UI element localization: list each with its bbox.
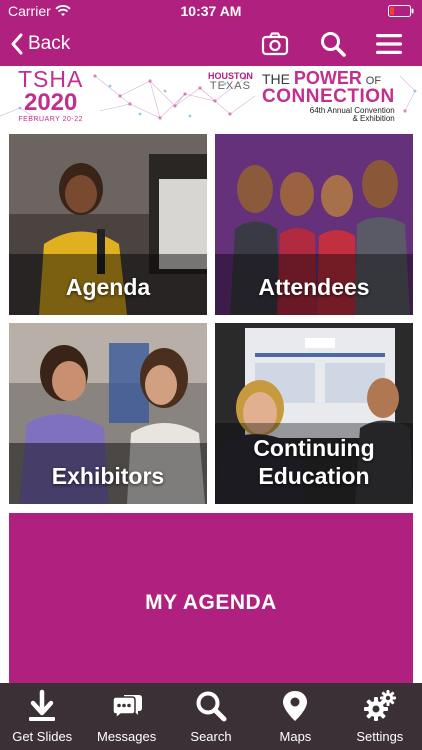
tagline-power: POWER [293,68,362,88]
tagline-the: THE [262,71,290,87]
tab-messages[interactable]: Messages [84,683,168,750]
battery-icon [388,5,414,17]
clock: 10:37 AM [180,3,242,19]
exhibitors-label: Exhibitors [51,463,165,489]
camera-icon[interactable] [260,29,290,59]
convention-line-2: & Exhibition [352,114,395,123]
event-dates: FEBRUARY 20-22 [18,116,84,123]
event-banner: TSHA 2020 FEBRUARY 20-22 HOUSTON TEXAS T… [0,66,422,126]
tile-agenda[interactable]: Agenda [9,134,207,315]
tab-bar: Get Slides Messages Search Maps Settings [0,683,422,750]
tab-messages-label: Messages [96,729,157,744]
gear-icon [363,690,396,721]
event-state: TEXAS [209,80,251,93]
tab-search[interactable]: Search [169,683,253,750]
tile-exhibitors[interactable]: Exhibitors [9,323,207,504]
back-button[interactable]: Back [10,28,70,60]
hamburger-menu-icon[interactable] [374,29,404,59]
tile-attendees[interactable]: Attendees [215,134,413,315]
chevron-left-icon [11,33,23,55]
back-label: Back [28,33,71,54]
org-name: TSHA [18,66,84,92]
navigation-bar: Back [0,22,422,66]
power-of-connection-logo: THE POWER OF CONNECTION 64th Annual Conv… [262,69,395,123]
tab-maps[interactable]: Maps [253,683,337,750]
tab-get-slides-label: Get Slides [12,729,73,744]
tab-search-label: Search [190,729,232,744]
agenda-label: Agenda [65,274,151,300]
event-year: 2020 [23,89,78,116]
continuing-education-label: Continuing Education [253,435,375,489]
tab-get-slides[interactable]: Get Slides [0,683,84,750]
search-icon[interactable] [318,29,348,59]
tile-continuing-education[interactable]: Continuing Education [215,323,413,504]
download-icon [29,689,56,721]
status-bar: Carrier 10:37 AM [0,0,422,22]
event-location: HOUSTON TEXAS [208,71,253,93]
tab-maps-label: Maps [279,729,312,744]
tagline-connection: CONNECTION [262,86,395,107]
my-agenda-button[interactable]: MY AGENDA [9,513,413,695]
tab-settings-label: Settings [356,729,404,744]
tab-settings[interactable]: Settings [338,683,422,750]
my-agenda-label: MY AGENDA [145,591,277,614]
search-icon [196,691,227,722]
map-pin-icon [283,691,308,721]
attendees-label: Attendees [258,274,370,300]
messages-icon [111,695,142,720]
tsha-logo: TSHA 2020 FEBRUARY 20-22 [18,66,84,124]
